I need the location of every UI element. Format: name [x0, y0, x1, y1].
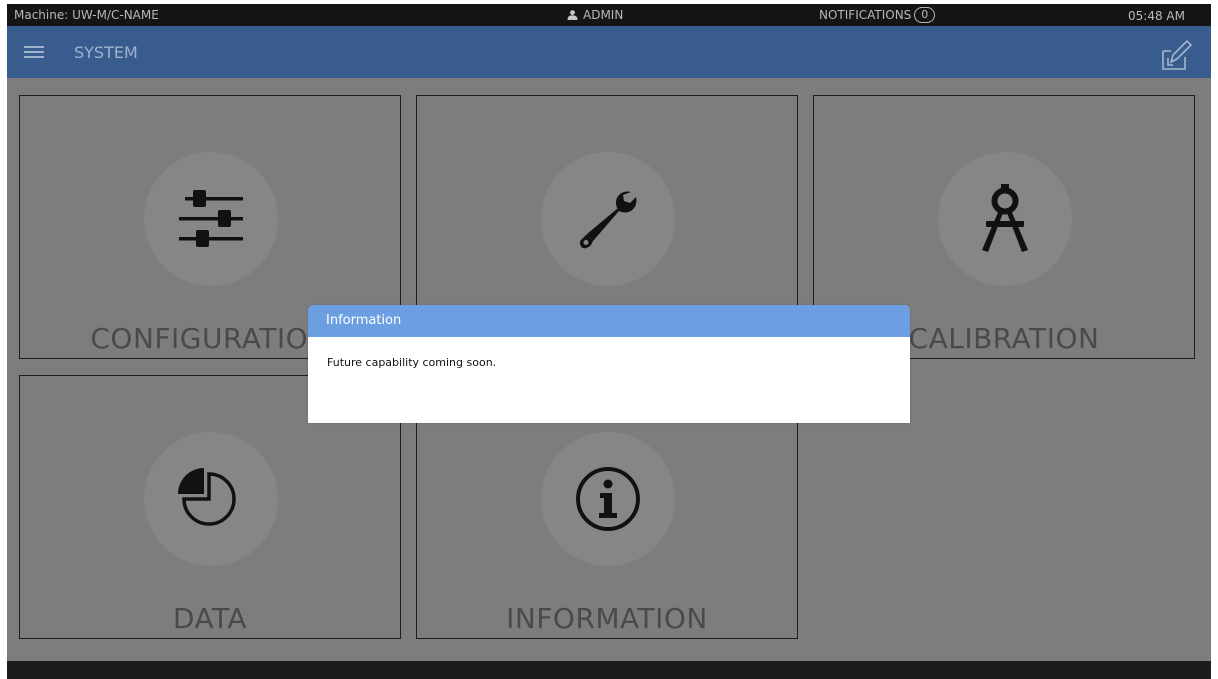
edit-icon[interactable]	[1159, 38, 1193, 72]
data-tile-label: DATA	[172, 602, 248, 635]
notifications-label: NOTIFICATIONS	[819, 8, 912, 22]
maintenance-icon-circle	[541, 152, 675, 286]
dialog-title: Information	[308, 305, 910, 337]
notifications-count-badge: 0	[914, 7, 936, 23]
information-tile-label: INFORMATION	[506, 602, 708, 635]
pie-chart-icon	[178, 468, 236, 526]
user-indicator[interactable]: ADMIN	[567, 8, 623, 22]
sliders-icon	[176, 190, 243, 247]
clock: 05:48 AM	[1128, 9, 1185, 23]
wrench-icon	[579, 191, 637, 249]
information-dialog[interactable]: Information Future capability coming soo…	[308, 305, 910, 423]
compass-icon	[982, 184, 1028, 252]
machine-name: Machine: UW-M/C-NAME	[14, 8, 159, 22]
page-title: SYSTEM	[74, 43, 138, 62]
calibration-icon-circle	[938, 152, 1072, 286]
information-icon-circle	[541, 432, 675, 566]
data-icon-circle	[144, 432, 278, 566]
dialog-message: Future capability coming soon.	[327, 356, 497, 369]
user-name: ADMIN	[583, 8, 624, 22]
hamburger-menu-icon[interactable]	[24, 46, 44, 59]
status-bar: Machine: UW-M/C-NAME ADMIN NOTIFICATIONS…	[7, 4, 1211, 26]
info-icon	[576, 467, 640, 531]
notifications-indicator[interactable]: NOTIFICATIONS 0	[819, 7, 936, 23]
app-window: Machine: UW-M/C-NAME ADMIN NOTIFICATIONS…	[7, 4, 1211, 679]
footer-bar	[7, 661, 1211, 679]
app-header: SYSTEM	[7, 26, 1211, 78]
user-icon	[567, 10, 578, 20]
configuration-icon-circle	[144, 152, 278, 286]
